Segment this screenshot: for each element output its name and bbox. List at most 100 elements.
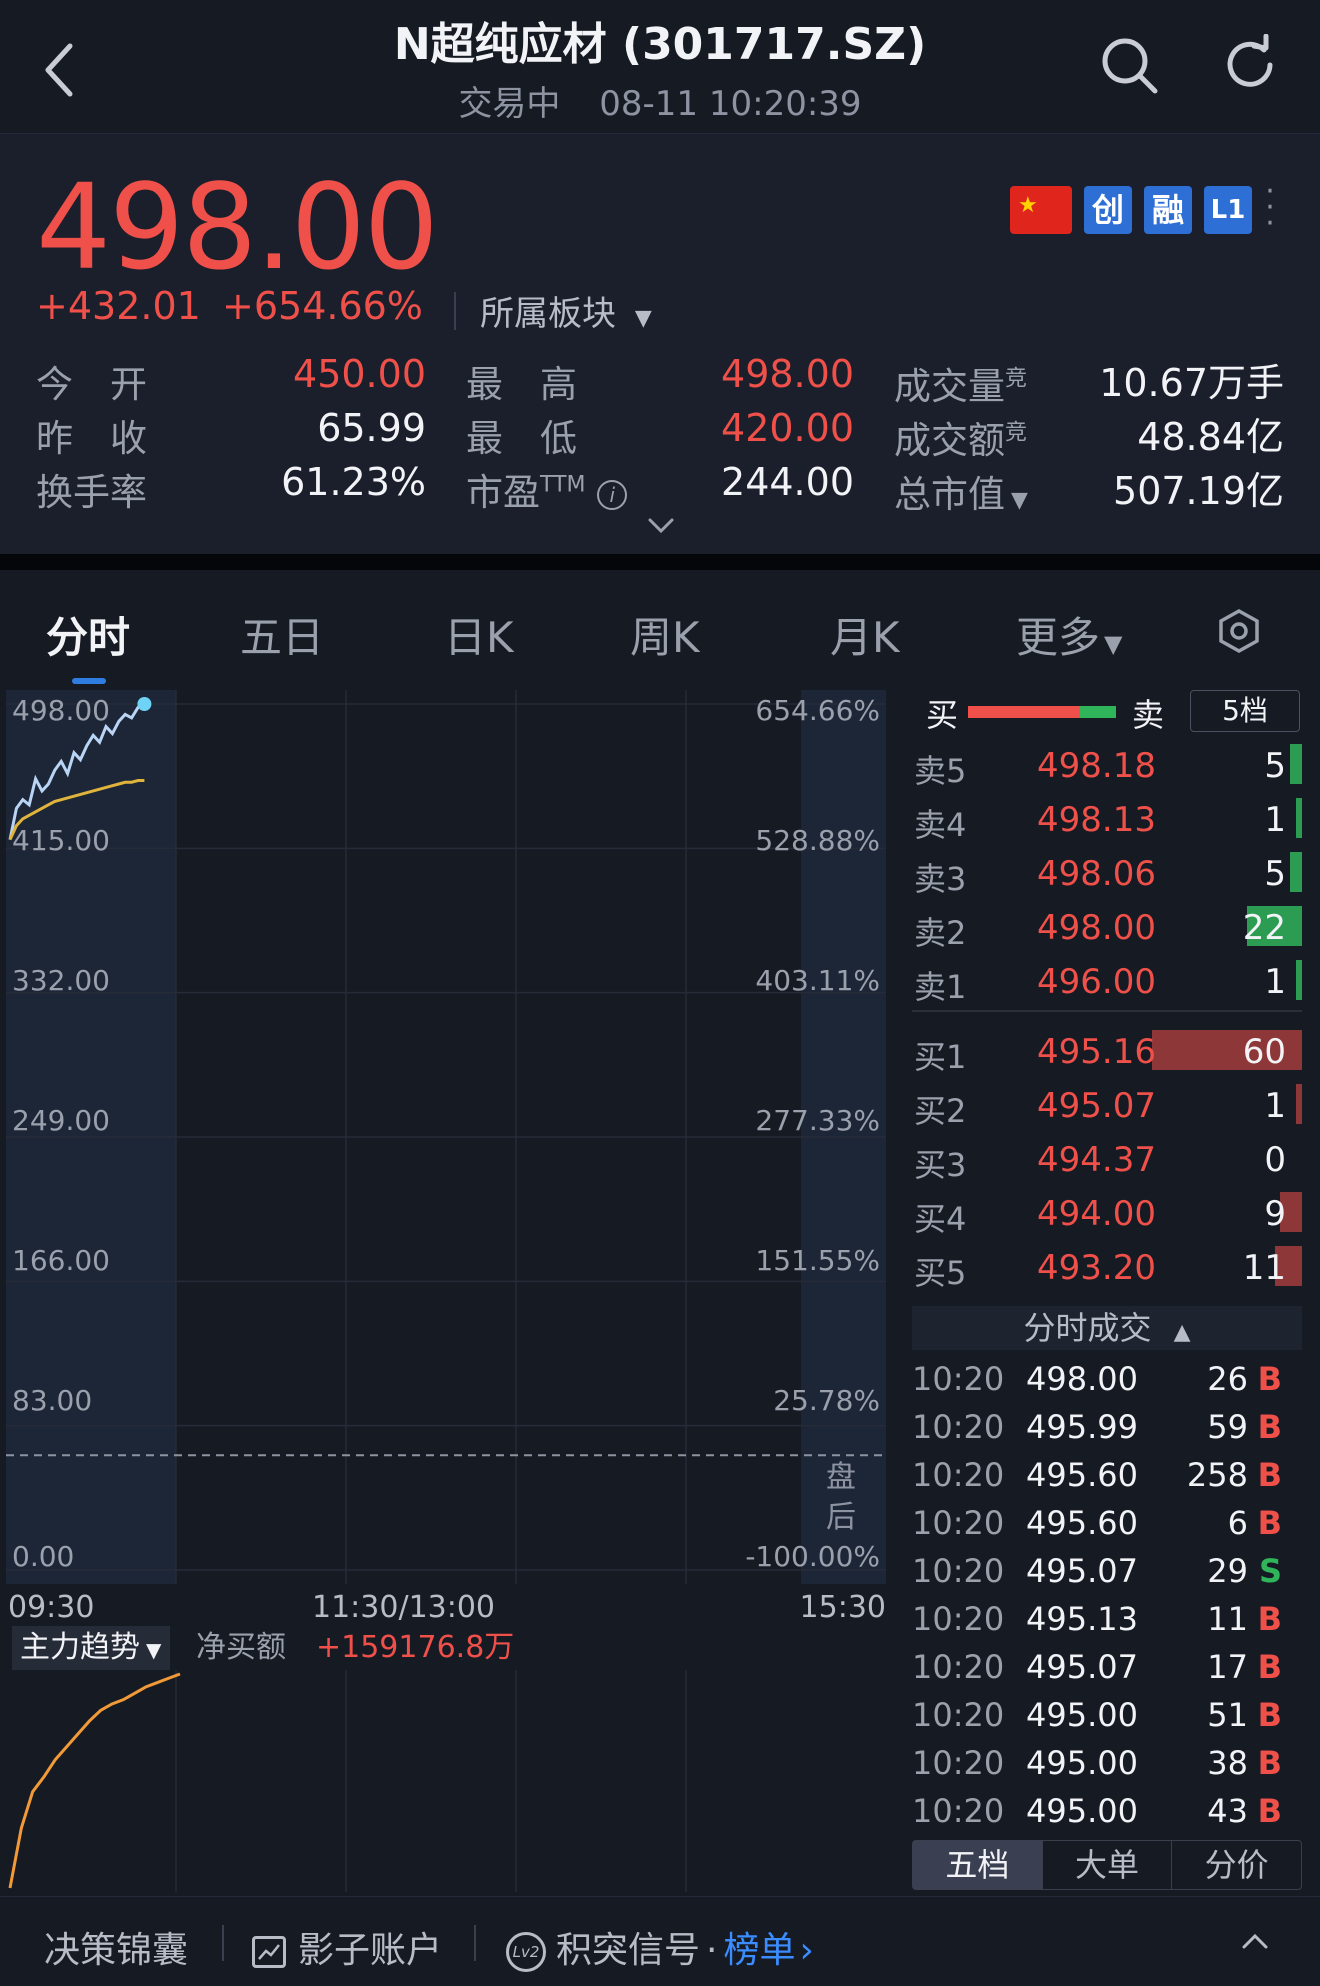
low-value: 420.00 bbox=[721, 406, 854, 450]
trade-time: 10:20 bbox=[912, 1408, 1005, 1446]
trade-side: B bbox=[1257, 1456, 1282, 1494]
level-volume: 5 bbox=[1264, 854, 1286, 894]
level-volume: 1 bbox=[1264, 1086, 1286, 1126]
settings-hexagon-icon[interactable] bbox=[1216, 608, 1262, 654]
y-tick-right-5: 25.78% bbox=[773, 1384, 880, 1417]
trade-time: 10:20 bbox=[912, 1792, 1005, 1830]
trade-row: 10:20 495.60 6 B bbox=[912, 1504, 1292, 1544]
volume-depth-bar bbox=[1296, 798, 1302, 838]
trade-price: 495.07 bbox=[1026, 1648, 1138, 1686]
high-label: 最 高 bbox=[466, 363, 577, 406]
trade-price: 495.07 bbox=[1026, 1552, 1138, 1590]
level-label: 买1 bbox=[914, 1038, 967, 1076]
buy-sell-ratio-bar bbox=[968, 706, 1116, 718]
trade-price: 495.60 bbox=[1026, 1504, 1138, 1542]
last-price: 498.00 bbox=[36, 158, 439, 296]
section-separator bbox=[0, 554, 1320, 570]
price-change-percent: +654.66% bbox=[222, 284, 423, 328]
buy-ratio-segment bbox=[968, 706, 1081, 718]
volume-depth-bar bbox=[1290, 852, 1302, 892]
chinext-badge: 创 bbox=[1084, 186, 1132, 234]
dot-separator: · bbox=[706, 1930, 718, 1971]
volume-depth-bar bbox=[1296, 960, 1302, 1000]
amount-label-text: 成交额 bbox=[894, 419, 1005, 462]
indicator-bar: 主力趋势 ▼ 净买额 +159176.8万 bbox=[6, 1626, 886, 1670]
level-volume: 22 bbox=[1242, 908, 1286, 948]
chart-tabs: 分时 五日 日K 周K 月K 更多 ▼ bbox=[0, 570, 1320, 684]
bid-row[interactable]: 买2 495.07 1 bbox=[912, 1078, 1302, 1132]
tab-monthly-k[interactable]: 月K bbox=[830, 604, 900, 665]
lv2-badge-icon: Lv2 bbox=[506, 1932, 546, 1972]
sell-ratio-segment bbox=[1080, 706, 1116, 718]
bid-row[interactable]: 买5 493.20 11 bbox=[912, 1240, 1302, 1294]
level-price: 498.00 bbox=[1037, 908, 1156, 948]
trade-side: S bbox=[1258, 1552, 1282, 1590]
tab-intraday[interactable]: 分时 bbox=[46, 604, 130, 665]
trade-price: 495.13 bbox=[1026, 1600, 1138, 1638]
info-icon[interactable]: i bbox=[597, 479, 628, 510]
net-buy-label: 净买额 bbox=[196, 1630, 286, 1665]
ask-row[interactable]: 卖3 498.06 5 bbox=[912, 846, 1302, 900]
trade-row: 10:20 498.00 26 B bbox=[912, 1360, 1292, 1400]
more-vertical-icon[interactable]: · · · bbox=[1262, 177, 1278, 239]
trade-price: 495.00 bbox=[1026, 1792, 1138, 1830]
refresh-icon[interactable] bbox=[1220, 33, 1282, 96]
intraday-chart[interactable]: 498.00 415.00 332.00 249.00 166.00 83.00… bbox=[6, 690, 886, 1584]
y-tick-left-3: 249.00 bbox=[12, 1104, 110, 1137]
decision-kit-link[interactable]: 决策锦囊 bbox=[44, 1921, 188, 1973]
bid-row[interactable]: 买4 494.00 9 bbox=[912, 1186, 1302, 1240]
level-label: 卖2 bbox=[914, 914, 967, 952]
level-volume: 0 bbox=[1264, 1140, 1286, 1180]
expand-chevron-icon[interactable] bbox=[646, 514, 676, 538]
collapse-up-icon[interactable] bbox=[1240, 1929, 1270, 1953]
ranking-link-label: 榜单 bbox=[723, 1930, 796, 1971]
ask-row[interactable]: 卖2 498.00 22 bbox=[912, 900, 1302, 954]
quote-panel: 498.00 +432.01 +654.66% 所属板块 ▼ ★ 创 融 L1 … bbox=[0, 134, 1320, 554]
trade-side: B bbox=[1257, 1504, 1282, 1542]
trade-volume: 26 bbox=[1207, 1360, 1248, 1398]
indicator-selector[interactable]: 主力趋势 ▼ bbox=[12, 1626, 170, 1670]
segment-price-distribution[interactable]: 分价 bbox=[1172, 1841, 1301, 1889]
level-price: 498.18 bbox=[1037, 746, 1156, 786]
shadow-account-link[interactable]: 影子账户 bbox=[252, 1921, 442, 1973]
active-tab-indicator bbox=[72, 678, 106, 684]
pe-ttm-value: 244.00 bbox=[721, 460, 854, 504]
ttm-superscript: TTM bbox=[540, 472, 586, 498]
trading-status: 交易中 bbox=[458, 84, 561, 124]
tab-weekly-k[interactable]: 周K bbox=[630, 604, 700, 665]
search-icon[interactable] bbox=[1098, 34, 1160, 96]
sector-dropdown[interactable]: 所属板块 ▼ bbox=[480, 286, 652, 335]
signal-ranking-link[interactable]: Lv2 积突信号 · 榜单 › bbox=[506, 1921, 814, 1973]
pe-ttm-label[interactable]: 市盈TTM i bbox=[466, 462, 628, 516]
ask-row[interactable]: 卖1 496.00 1 bbox=[912, 954, 1302, 1008]
tab-more[interactable]: 更多 ▼ bbox=[1016, 604, 1122, 665]
market-cap-value: 507.19亿 bbox=[1113, 469, 1284, 513]
ask-row[interactable]: 卖5 498.18 5 bbox=[912, 738, 1302, 792]
tab-daily-k[interactable]: 日K bbox=[444, 604, 514, 665]
y-tick-left-5: 83.00 bbox=[12, 1384, 93, 1417]
x-tick-midday: 11:30/13:00 bbox=[312, 1590, 496, 1625]
trade-volume: 17 bbox=[1207, 1648, 1248, 1686]
trade-side: B bbox=[1257, 1696, 1282, 1734]
main-force-trend-chart[interactable] bbox=[6, 1670, 886, 1892]
trades-header[interactable]: 分时成交 ▲ bbox=[912, 1306, 1302, 1350]
segment-big-orders[interactable]: 大单 bbox=[1043, 1841, 1173, 1889]
order-book-header: 买 卖 5档 bbox=[912, 690, 1302, 734]
y-tick-right-4: 151.55% bbox=[755, 1244, 880, 1277]
sector-label: 所属板块 bbox=[480, 294, 616, 334]
trade-price: 495.60 bbox=[1026, 1456, 1138, 1494]
ask-row[interactable]: 卖4 498.13 1 bbox=[912, 792, 1302, 846]
divider bbox=[474, 1925, 476, 1961]
bid-row[interactable]: 买3 494.37 0 bbox=[912, 1132, 1302, 1186]
x-tick-open: 09:30 bbox=[8, 1590, 95, 1625]
depth-selector-button[interactable]: 5档 bbox=[1190, 690, 1300, 732]
trade-row: 10:20 495.07 17 B bbox=[912, 1648, 1292, 1688]
y-tick-right-3: 277.33% bbox=[755, 1104, 880, 1137]
tab-five-day[interactable]: 五日 bbox=[240, 604, 324, 665]
top-navigation-bar: N超纯应材 (301717.SZ) 交易中 08-11 10:20:39 bbox=[0, 0, 1320, 134]
bid-row[interactable]: 买1 495.16 60 bbox=[912, 1024, 1302, 1078]
segment-five-level[interactable]: 五档 bbox=[913, 1841, 1043, 1889]
y-tick-left-4: 166.00 bbox=[12, 1244, 110, 1277]
trade-time: 10:20 bbox=[912, 1600, 1005, 1638]
trade-volume: 51 bbox=[1207, 1696, 1248, 1734]
